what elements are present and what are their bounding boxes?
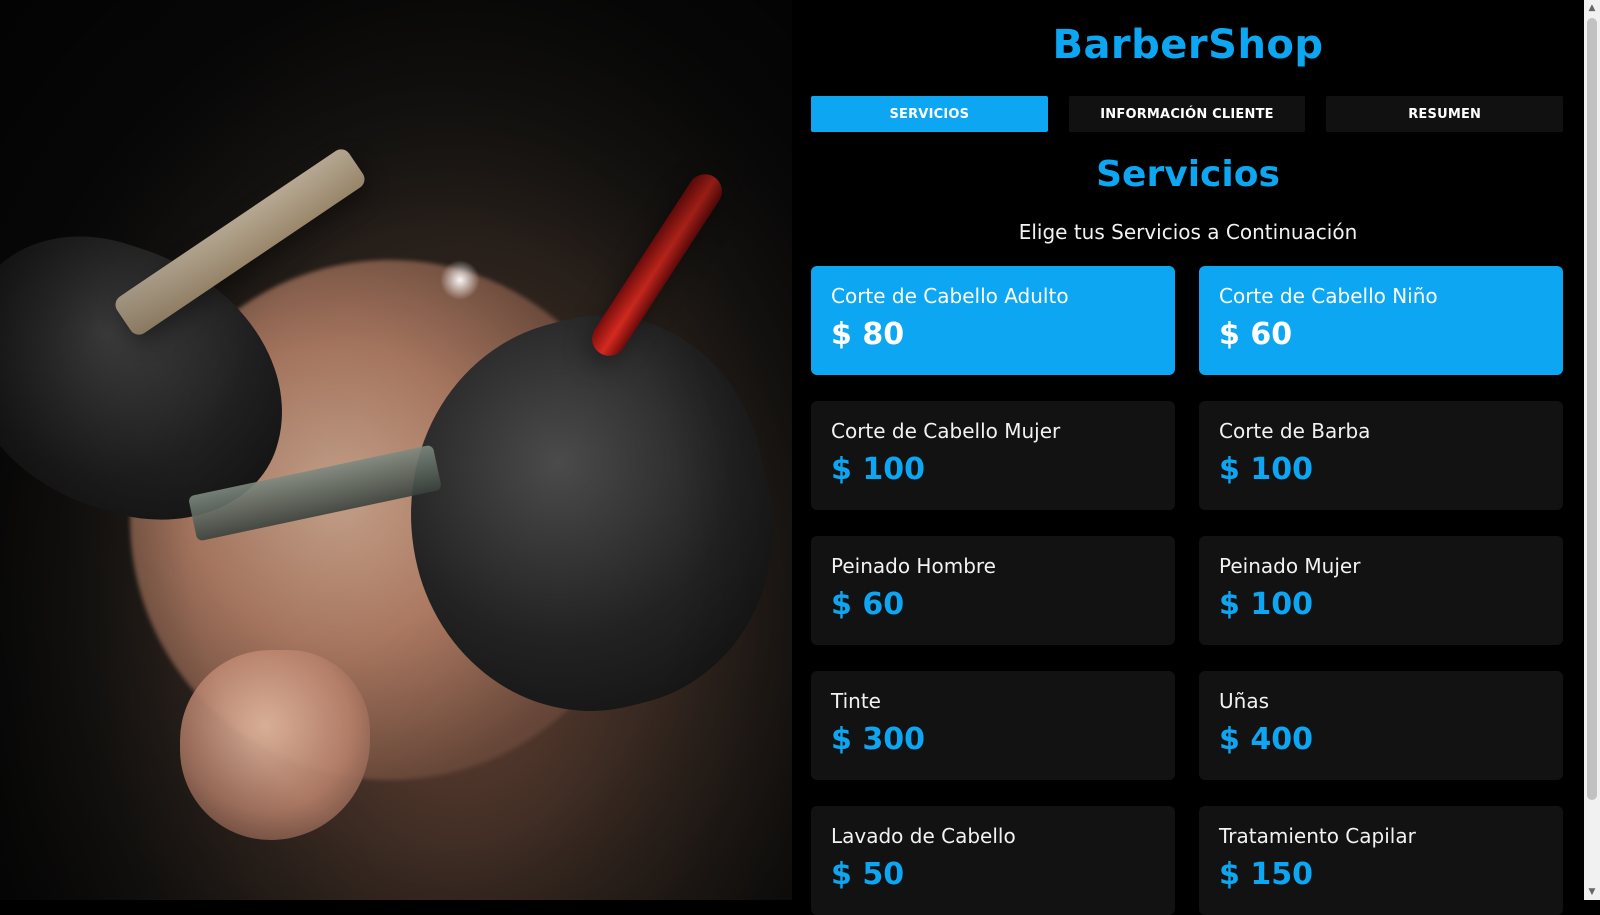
service-price: $ 60 xyxy=(831,587,905,622)
service-price: $ 150 xyxy=(1219,857,1313,892)
service-card[interactable]: Peinado Hombre $ 60 xyxy=(811,536,1175,645)
service-name: Corte de Cabello Mujer xyxy=(831,419,1061,443)
service-name: Corte de Cabello Niño xyxy=(1219,284,1438,308)
service-card[interactable]: Peinado Mujer $ 100 xyxy=(1199,536,1563,645)
service-card[interactable]: Corte de Cabello Mujer $ 100 xyxy=(811,401,1175,510)
step-tabs: SERVICIOS INFORMACIÓN CLIENTE RESUMEN xyxy=(811,96,1564,132)
scroll-down-arrow-icon[interactable]: ▼ xyxy=(1584,884,1600,900)
service-price: $ 100 xyxy=(831,452,925,487)
service-name: Peinado Mujer xyxy=(1219,554,1361,578)
service-name: Uñas xyxy=(1219,689,1269,713)
service-card[interactable]: Corte de Barba $ 100 xyxy=(1199,401,1563,510)
service-price: $ 100 xyxy=(1219,452,1313,487)
section-title: Servicios xyxy=(1096,154,1280,195)
section-subtitle: Elige tus Servicios a Continuación xyxy=(1018,220,1358,244)
service-price: $ 300 xyxy=(831,722,925,757)
service-price: $ 100 xyxy=(1219,587,1313,622)
scrollbar-thumb[interactable] xyxy=(1587,18,1597,800)
service-card[interactable]: Uñas $ 400 xyxy=(1199,671,1563,780)
service-price: $ 50 xyxy=(831,857,905,892)
service-name: Peinado Hombre xyxy=(831,554,996,578)
tab-resumen[interactable]: RESUMEN xyxy=(1326,96,1564,132)
service-card[interactable]: Corte de Cabello Niño $ 60 xyxy=(1199,266,1563,375)
image-vignette xyxy=(0,0,792,900)
page-scrollbar[interactable]: ▲ ▼ xyxy=(1584,0,1600,900)
service-card[interactable]: Tratamiento Capilar $ 150 xyxy=(1199,806,1563,915)
brand-title: BarberShop xyxy=(1052,22,1324,68)
service-price: $ 80 xyxy=(831,317,905,352)
service-card[interactable]: Corte de Cabello Adulto $ 80 xyxy=(811,266,1175,375)
service-price: $ 60 xyxy=(1219,317,1293,352)
service-name: Tratamiento Capilar xyxy=(1219,824,1416,848)
service-name: Corte de Barba xyxy=(1219,419,1371,443)
service-name: Lavado de Cabello xyxy=(831,824,1016,848)
services-panel: BarberShop SERVICIOS INFORMACIÓN CLIENTE… xyxy=(792,0,1584,915)
service-card[interactable]: Tinte $ 300 xyxy=(811,671,1175,780)
services-grid: Corte de Cabello Adulto $ 80 Corte de Ca… xyxy=(811,266,1563,915)
service-name: Corte de Cabello Adulto xyxy=(831,284,1069,308)
service-price: $ 400 xyxy=(1219,722,1313,757)
tab-servicios[interactable]: SERVICIOS xyxy=(811,96,1048,132)
barber-hero-image xyxy=(0,0,792,900)
service-card[interactable]: Lavado de Cabello $ 50 xyxy=(811,806,1175,915)
scroll-up-arrow-icon[interactable]: ▲ xyxy=(1584,0,1600,16)
service-name: Tinte xyxy=(831,689,881,713)
tab-informacion-cliente[interactable]: INFORMACIÓN CLIENTE xyxy=(1068,96,1306,132)
